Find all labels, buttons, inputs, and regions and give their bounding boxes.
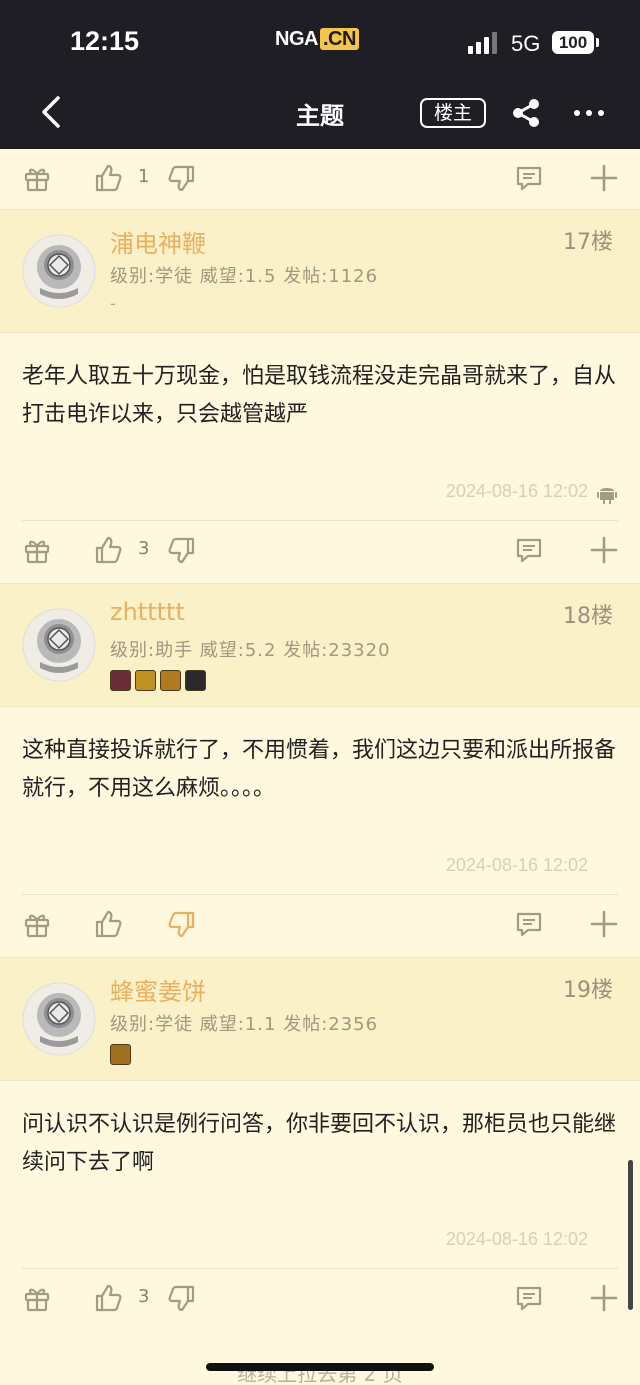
post-action-bar: 3 xyxy=(0,521,640,581)
post-action-bar: 1 xyxy=(0,149,640,209)
like-count: 3 xyxy=(138,1286,150,1307)
username[interactable]: zhttttt xyxy=(110,598,185,626)
app-logo-suffix: .CN xyxy=(319,28,359,50)
scrollbar[interactable] xyxy=(628,1160,633,1310)
gift-icon[interactable] xyxy=(22,535,52,565)
only-op-button[interactable]: 楼主 xyxy=(420,98,486,128)
app-logo-text: NGA xyxy=(275,28,318,50)
gift-icon[interactable] xyxy=(22,909,52,939)
like-count: 1 xyxy=(138,166,150,187)
android-icon xyxy=(596,483,618,505)
plus-icon[interactable] xyxy=(589,535,619,565)
post-action-bar xyxy=(0,895,640,955)
battery-indicator: 100 xyxy=(552,31,599,54)
dislike-icon[interactable] xyxy=(167,1283,197,1313)
load-more-area[interactable]: 继续上拉去第 2 页 xyxy=(0,1330,640,1385)
share-icon[interactable] xyxy=(510,98,542,128)
plus-icon[interactable] xyxy=(589,163,619,193)
floor-number: 19楼 xyxy=(563,978,613,1003)
post-header: zhttttt 18楼 级别:助手 威望:5.2 发帖:23320 xyxy=(0,583,640,707)
like-icon[interactable] xyxy=(93,1283,123,1313)
medal-badge[interactable] xyxy=(110,670,131,691)
medal-list xyxy=(110,1044,135,1066)
medal-badge[interactable] xyxy=(135,670,156,691)
avatar[interactable] xyxy=(22,982,96,1056)
dislike-icon[interactable] xyxy=(167,535,197,565)
comment-icon[interactable] xyxy=(514,535,544,565)
network-type: 5G xyxy=(511,31,541,56)
app-logo: NGA .CN xyxy=(275,28,359,51)
medal-list xyxy=(110,670,210,692)
signal-icon xyxy=(468,32,497,54)
gift-icon[interactable] xyxy=(22,1283,52,1313)
username[interactable]: 蜂蜜姜饼 xyxy=(110,972,206,1007)
user-meta: 级别:学徒 威望:1.1 发帖:2356 xyxy=(110,1014,379,1035)
post-timestamp: 2024-08-16 12:02 xyxy=(445,1229,588,1249)
post-content: 问认识不认识是例行问答，你非要回不认识，那柜员也只能继续问下去了啊 xyxy=(22,1112,617,1175)
dislike-icon[interactable] xyxy=(167,163,197,193)
post-action-bar: 3 xyxy=(0,1269,640,1329)
page-title: 主题 xyxy=(296,102,344,130)
floor-number: 17楼 xyxy=(563,230,613,255)
like-icon[interactable] xyxy=(93,535,123,565)
like-count: 3 xyxy=(138,538,150,559)
plus-icon[interactable] xyxy=(589,909,619,939)
medal-badge[interactable] xyxy=(110,1044,131,1065)
medal-badge[interactable] xyxy=(185,670,206,691)
floor-number: 18楼 xyxy=(563,604,613,629)
avatar[interactable] xyxy=(22,234,96,308)
user-meta: 级别:助手 威望:5.2 发帖:23320 xyxy=(110,640,391,661)
more-dots-icon[interactable] xyxy=(573,98,605,128)
comment-icon[interactable] xyxy=(514,1283,544,1313)
status-time: 12:15 xyxy=(70,26,140,56)
post-header: 蜂蜜姜饼 19楼 级别:学徒 威望:1.1 发帖:2356 xyxy=(0,957,640,1081)
user-signature: - xyxy=(110,294,116,313)
comment-icon[interactable] xyxy=(514,909,544,939)
user-meta: 级别:学徒 威望:1.5 发帖:1126 xyxy=(110,266,379,287)
post-content: 老年人取五十万现金，怕是取钱流程没走完晶哥就来了，自从打击电诈以来，只会越管越严 xyxy=(22,364,617,427)
top-bar: 12:15 NGA .CN 5G 100 主题 楼主 xyxy=(0,0,640,149)
home-indicator[interactable] xyxy=(206,1363,434,1371)
post-timestamp: 2024-08-16 12:02 xyxy=(445,855,588,875)
gift-icon[interactable] xyxy=(22,163,52,193)
like-icon[interactable] xyxy=(93,163,123,193)
username[interactable]: 浦电神鞭 xyxy=(110,224,206,259)
avatar[interactable] xyxy=(22,608,96,682)
post-header: 浦电神鞭 17楼 级别:学徒 威望:1.5 发帖:1126 - xyxy=(0,209,640,333)
post-timestamp: 2024-08-16 12:02 xyxy=(445,481,588,501)
comment-icon[interactable] xyxy=(514,163,544,193)
like-icon[interactable] xyxy=(93,909,123,939)
dislike-icon-active[interactable] xyxy=(167,909,197,939)
plus-icon[interactable] xyxy=(589,1283,619,1313)
medal-badge[interactable] xyxy=(160,670,181,691)
post-content: 这种直接投诉就行了，不用惯着，我们这边只要和派出所报备就行，不用这么麻烦。。。。 xyxy=(22,738,617,801)
